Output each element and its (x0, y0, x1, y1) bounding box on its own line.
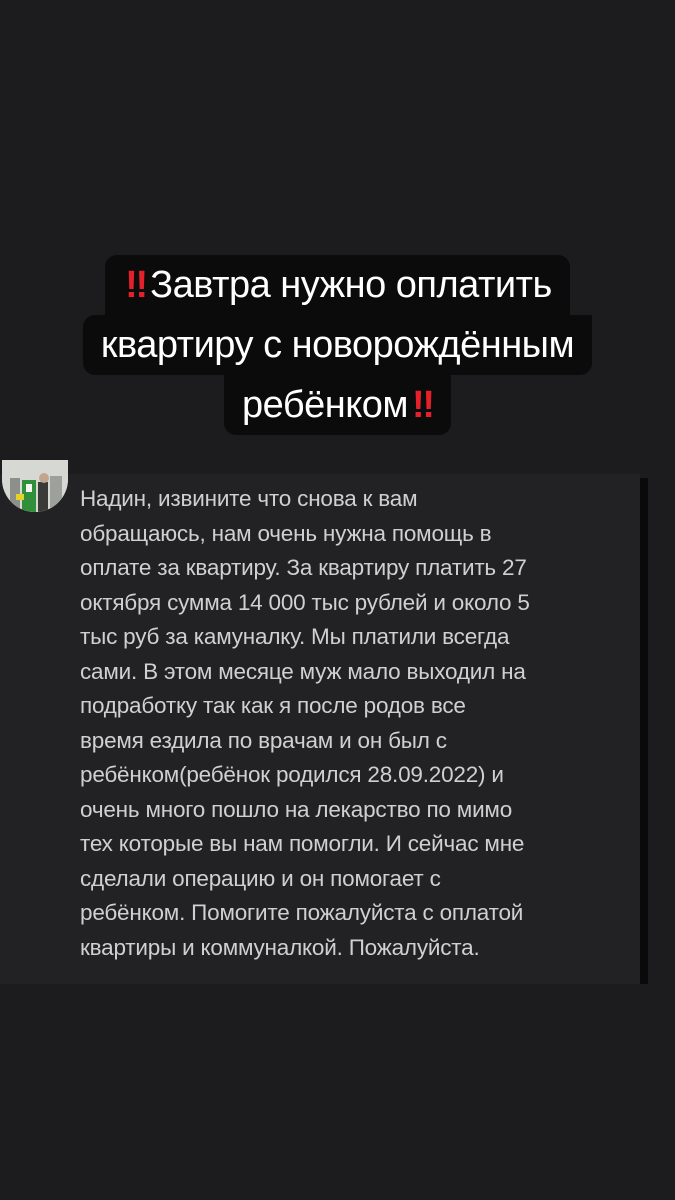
double-exclamation-icon: ‼ (125, 264, 148, 306)
message-line: сделали операцию и он помогает с (80, 865, 441, 891)
message-line: очень много пошло на лекарство по мимо (80, 796, 513, 822)
caption-text-3: ребёнком (242, 384, 409, 426)
message-line: тех которые вы нам помогли. И сейчас мне (80, 831, 525, 856)
message-line: сами. В этом месяце муж мало выходил на (80, 658, 526, 684)
message-line: ребёнком(ребёнок родился 28.09.2022) и (80, 762, 504, 787)
caption-line-3: ребёнком ‼ (224, 375, 451, 435)
message-line: октября сумма 14 000 тыс рублей и около … (80, 589, 530, 615)
message-line: время ездила по врачам и он был с (80, 727, 447, 753)
message-line: тыс руб за камуналку. Мы платили всегда (80, 624, 510, 649)
message-line: обращаюсь, нам очень нужна помощь в (80, 520, 492, 546)
caption-text-1: Завтра нужно оплатить (150, 264, 552, 306)
caption-line-1: ‼ Завтра нужно оплатить (105, 255, 570, 315)
double-exclamation-icon: ‼ (412, 384, 435, 426)
caption-line-2: квартиру с новорождённым (82, 315, 593, 375)
message-line: Надин, извините что снова к вам (80, 486, 418, 511)
message-line: квартиры и коммуналкой. Пожалуйста. (80, 934, 480, 960)
message-line: подработку так как я после родов все (80, 693, 466, 718)
scrollbar[interactable] (640, 478, 648, 984)
message-line: ребёнком. Помогите пожалуйста с оплатой (80, 900, 524, 925)
message-text: Надин, извините что снова к вам обращаюс… (80, 482, 640, 965)
story-caption: ‼ Завтра нужно оплатить квартиру с новоро… (0, 255, 675, 435)
message-line: оплате за квартиру. За квартиру платить … (80, 555, 527, 580)
